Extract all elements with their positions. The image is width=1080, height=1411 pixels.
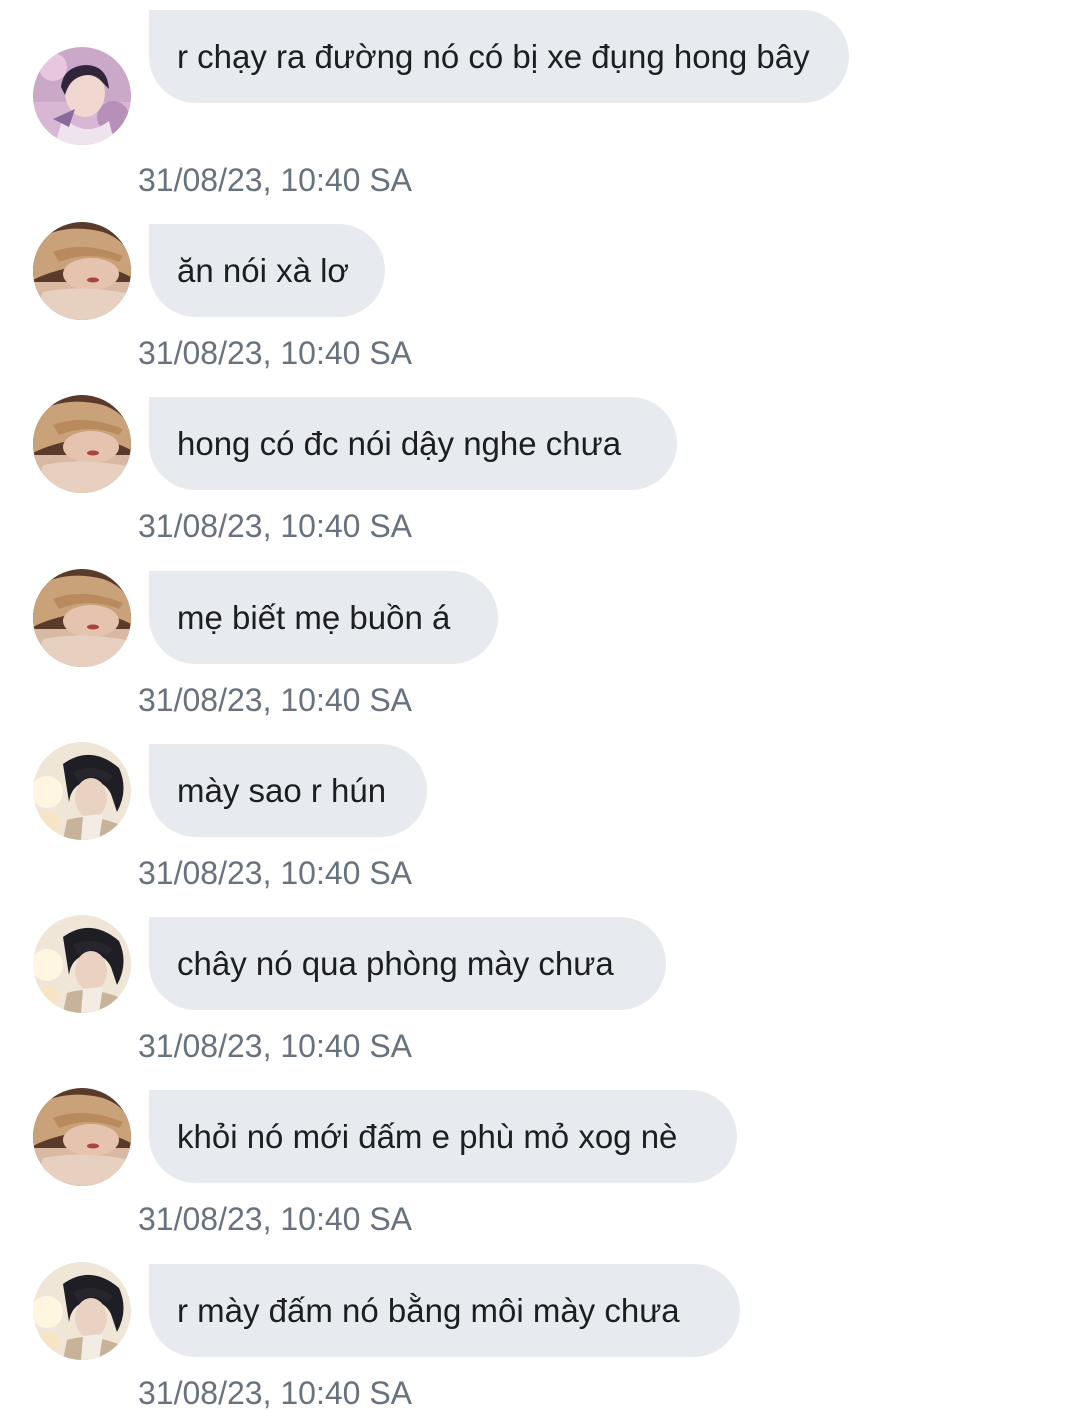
avatar[interactable] — [33, 742, 131, 840]
message-timestamp: 31/08/23, 10:40 SA — [138, 335, 412, 371]
avatar[interactable] — [33, 1088, 131, 1186]
message-timestamp: 31/08/23, 10:40 SA — [138, 162, 412, 198]
message-bubble[interactable]: khỏi nó mới đấm e phù mỏ xog nè — [149, 1090, 737, 1183]
avatar[interactable] — [33, 47, 131, 145]
avatar[interactable] — [33, 1262, 131, 1360]
message-timestamp: 31/08/23, 10:40 SA — [138, 508, 412, 544]
message-bubble[interactable]: r mày đấm nó bằng môi mày chưa — [149, 1264, 740, 1357]
avatar-dark-hair-light-icon — [33, 915, 131, 1013]
avatar-dark-hair-light-icon — [33, 1262, 131, 1360]
message-timestamp: 31/08/23, 10:40 SA — [138, 1201, 412, 1237]
message-bubble[interactable]: ăn nói xà lơ — [149, 224, 385, 317]
avatar-pink-stage-icon — [33, 47, 131, 145]
avatar[interactable] — [33, 395, 131, 493]
message-bubble[interactable]: mày sao r hún — [149, 744, 427, 837]
avatar[interactable] — [33, 569, 131, 667]
message-timestamp: 31/08/23, 10:40 SA — [138, 1028, 412, 1064]
message-bubble[interactable]: r chạy ra đường nó có bị xe đụng hong bâ… — [149, 10, 849, 103]
avatar-blonde-resting-icon — [33, 222, 131, 320]
message-timestamp: 31/08/23, 10:40 SA — [138, 682, 412, 718]
avatar-blonde-resting-icon — [33, 1088, 131, 1186]
avatar-dark-hair-light-icon — [33, 742, 131, 840]
message-timestamp: 31/08/23, 10:40 SA — [138, 855, 412, 891]
avatar-blonde-resting-icon — [33, 395, 131, 493]
message-bubble[interactable]: hong có đc nói dậy nghe chưa — [149, 397, 677, 490]
message-timestamp: 31/08/23, 10:40 SA — [138, 1375, 412, 1411]
avatar[interactable] — [33, 915, 131, 1013]
avatar-blonde-resting-icon — [33, 569, 131, 667]
message-bubble[interactable]: chây nó qua phòng mày chưa — [149, 917, 666, 1010]
message-bubble[interactable]: mẹ biết mẹ buồn á — [149, 571, 498, 664]
chat-thread: r chạy ra đường nó có bị xe đụng hong bâ… — [0, 0, 1080, 1411]
avatar[interactable] — [33, 222, 131, 320]
